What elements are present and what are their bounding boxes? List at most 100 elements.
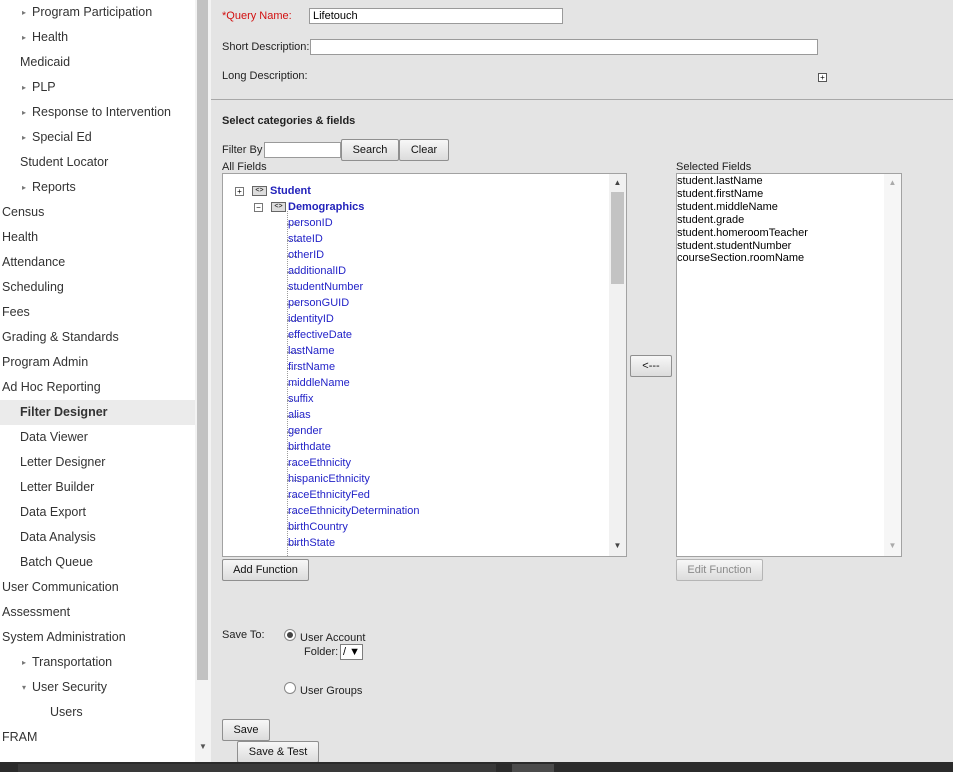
selected-field-item[interactable]: student.middleName — [677, 201, 778, 213]
scroll-up-arrow-icon[interactable]: ▲ — [612, 178, 623, 188]
filter-input[interactable] — [264, 142, 341, 158]
sidebar-item[interactable]: ▸ Transportation — [0, 650, 195, 675]
sidebar-item[interactable]: Assessment — [0, 600, 195, 625]
selected-fields-scrollbar[interactable]: ▲ ▼ — [884, 174, 901, 556]
tree-field-item[interactable]: middleName — [288, 377, 350, 389]
sidebar-item-label: Users — [50, 705, 83, 719]
sidebar-item[interactable]: Users — [0, 700, 195, 725]
tree-field-item[interactable]: birthState — [288, 537, 335, 549]
search-button[interactable]: Search — [341, 139, 399, 161]
sidebar-item-label: Attendance — [2, 255, 66, 269]
collapse-minus-icon[interactable]: − — [254, 203, 263, 212]
tree-node-student[interactable]: Student — [270, 185, 311, 197]
tree-field-item[interactable]: firstName — [288, 361, 335, 373]
sidebar-item[interactable]: System Administration — [0, 625, 195, 650]
sidebar-item[interactable]: Data Analysis — [0, 525, 195, 550]
save-and-test-button[interactable]: Save & Test — [237, 741, 319, 763]
tree-field-item[interactable]: personGUID — [288, 297, 349, 309]
scroll-down-arrow-icon[interactable]: ▼ — [887, 541, 898, 551]
sidebar-item[interactable]: ▸ Reports — [0, 175, 195, 200]
add-function-button[interactable]: Add Function — [222, 559, 309, 581]
tree-field-item[interactable]: hispanicEthnicity — [288, 473, 370, 485]
sidebar-item[interactable]: Data Export — [0, 500, 195, 525]
tree-node-demographics[interactable]: Demographics — [288, 201, 364, 213]
selected-fields-list[interactable]: ▲ ▼ student.lastName student.firstName stu… — [676, 173, 902, 557]
tree-field-item[interactable]: stateID — [288, 233, 323, 245]
tree-field-item[interactable]: personID — [288, 217, 333, 229]
sidebar-item[interactable]: Census — [0, 200, 195, 225]
selected-field-item[interactable]: student.lastName — [677, 175, 763, 187]
sidebar-item-label: Letter Designer — [20, 455, 106, 469]
sidebar-item[interactable]: ▸ Program Participation — [0, 0, 195, 25]
sidebar-item[interactable]: FRAM — [0, 725, 195, 750]
sidebar-item[interactable]: Attendance — [0, 250, 195, 275]
sidebar-item-label: Grading & Standards — [2, 330, 119, 344]
expand-plus-icon[interactable]: + — [235, 187, 244, 196]
sidebar-item[interactable]: ▸ Response to Intervention — [0, 100, 195, 125]
section-title: Select categories & fields — [222, 115, 356, 127]
tree-scrollbar[interactable]: ▲ ▼ — [609, 174, 626, 556]
taskbar-segment — [512, 764, 554, 772]
sidebar-item-label: PLP — [32, 80, 56, 94]
all-fields-tree[interactable]: ▲ ▼ + <> Student − <> Demographics personID sta… — [222, 173, 627, 557]
folder-select[interactable]: / ▼ — [340, 644, 364, 660]
tree-field-item[interactable]: studentNumber — [288, 281, 363, 293]
sidebar-item[interactable]: Health — [0, 225, 195, 250]
tree-field-item[interactable]: raceEthnicityDetermination — [288, 505, 419, 517]
scroll-up-arrow-icon[interactable]: ▲ — [887, 178, 898, 188]
tree-field-item[interactable]: raceEthnicity — [288, 457, 351, 469]
tree-field-item[interactable]: alias — [288, 409, 311, 421]
tree-field-item[interactable]: gender — [288, 425, 322, 437]
sidebar-item[interactable]: ▾ User Security — [0, 675, 195, 700]
scroll-down-arrow-icon[interactable]: ▼ — [198, 742, 208, 752]
sidebar-item[interactable]: User Communication — [0, 575, 195, 600]
selected-field-item[interactable]: student.firstName — [677, 188, 763, 200]
sidebar-item[interactable]: ▸ PLP — [0, 75, 195, 100]
sidebar-item[interactable]: Data Viewer — [0, 425, 195, 450]
expand-plus-icon[interactable]: + — [818, 73, 827, 82]
sidebar-item[interactable]: ▸ Special Ed — [0, 125, 195, 150]
user-account-label: User Account — [300, 632, 366, 644]
tree-field-item[interactable]: raceEthnicityFed — [288, 489, 370, 501]
tree-field-item[interactable]: effectiveDate — [288, 329, 352, 341]
edit-function-button[interactable]: Edit Function — [676, 559, 763, 581]
tree-field-item[interactable]: birthdate — [288, 441, 331, 453]
query-name-input[interactable] — [309, 8, 563, 24]
sidebar-scrollbar[interactable]: ▼ — [195, 0, 211, 762]
selected-field-item[interactable]: courseSection.roomName — [677, 252, 804, 264]
sidebar-item[interactable]: Letter Designer — [0, 450, 195, 475]
short-description-input[interactable] — [310, 39, 818, 55]
selected-field-item[interactable]: student.homeroomTeacher — [677, 227, 808, 239]
sidebar-item[interactable]: Medicaid — [0, 50, 195, 75]
sidebar-item[interactable]: Scheduling — [0, 275, 195, 300]
tree-field-item[interactable]: birthCountry — [288, 521, 348, 533]
sidebar-item-label: User Communication — [2, 580, 119, 594]
user-groups-radio[interactable] — [284, 682, 296, 694]
tree-field-item[interactable]: identityID — [288, 313, 334, 325]
tree-scroll-thumb[interactable] — [611, 192, 624, 284]
sidebar-item[interactable]: Batch Queue — [0, 550, 195, 575]
sidebar-item[interactable]: Ad Hoc Reporting — [0, 375, 195, 400]
selected-field-item[interactable]: student.grade — [677, 214, 744, 226]
clear-button[interactable]: Clear — [399, 139, 449, 161]
selected-field-item[interactable]: student.studentNumber — [677, 240, 791, 252]
user-account-radio[interactable] — [284, 629, 296, 641]
sidebar-item[interactable]: Program Admin — [0, 350, 195, 375]
sidebar-item[interactable]: ▸ Health — [0, 25, 195, 50]
tree-field-item[interactable]: lastName — [288, 345, 334, 357]
sidebar-item-label: Data Analysis — [20, 530, 96, 544]
sidebar-item[interactable]: Letter Builder — [0, 475, 195, 500]
sidebar-item[interactable]: Grading & Standards — [0, 325, 195, 350]
tree-field-item[interactable]: suffix — [288, 393, 313, 405]
scroll-down-arrow-icon[interactable]: ▼ — [612, 541, 623, 551]
save-button[interactable]: Save — [222, 719, 270, 741]
tree-field-item[interactable]: additionalID — [288, 265, 346, 277]
sidebar-item-label: Medicaid — [20, 55, 71, 69]
caret-right-icon: ▸ — [22, 658, 27, 668]
sidebar-item[interactable]: Fees — [0, 300, 195, 325]
sidebar-scroll-thumb[interactable] — [197, 0, 208, 680]
tree-field-item[interactable]: otherID — [288, 249, 324, 261]
sidebar-item[interactable]: Filter Designer — [0, 400, 195, 425]
sidebar-item[interactable]: Student Locator — [0, 150, 195, 175]
remove-field-button[interactable]: <--- — [630, 355, 672, 377]
